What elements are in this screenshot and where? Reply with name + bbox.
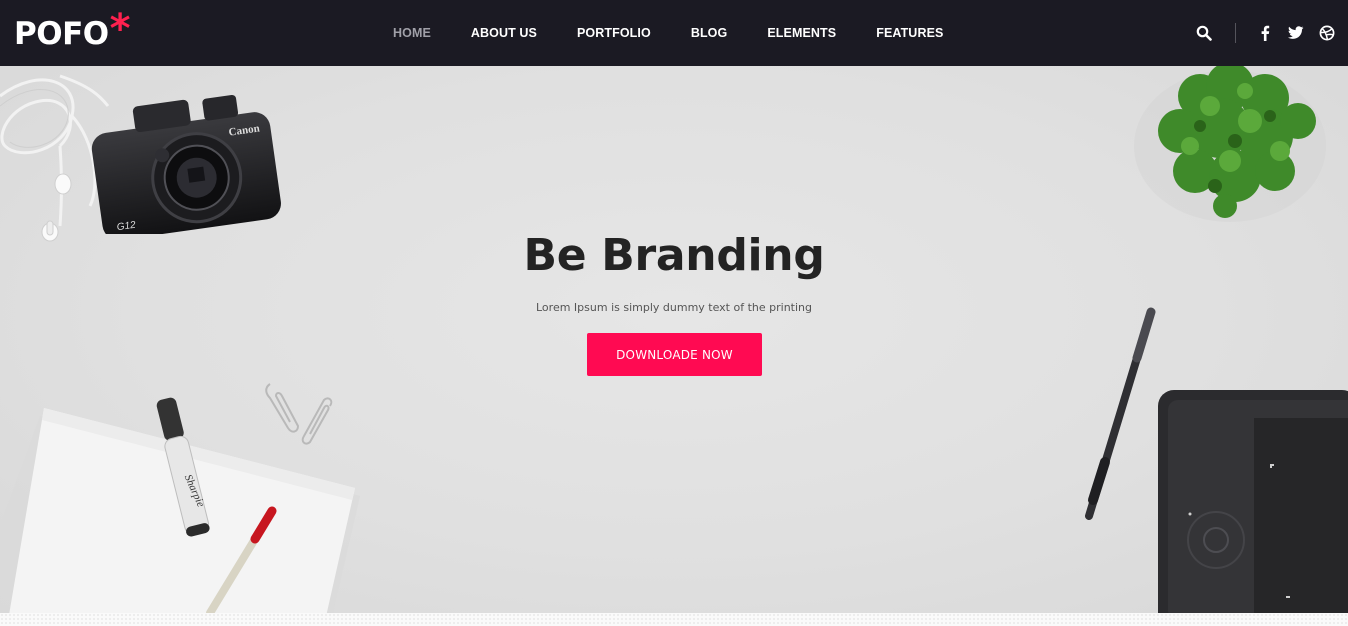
menu-item-home[interactable]: HOME [373, 0, 451, 66]
logo-asterisk: * [109, 6, 131, 52]
menu-item-blog[interactable]: BLOG [671, 0, 748, 66]
navbar: POFO * HOME ABOUT US PORTFOLIO BLOG ELEM… [0, 0, 1348, 66]
plant-image [1134, 66, 1326, 222]
search-icon[interactable] [1195, 24, 1213, 42]
red-pen-image [206, 506, 277, 613]
camera-image: Canon G12 [91, 95, 281, 234]
menu-item-portfolio[interactable]: PORTFOLIO [557, 0, 671, 66]
menu-item-elements[interactable]: ELEMENTS [747, 0, 856, 66]
twitter-icon[interactable] [1287, 24, 1305, 42]
download-now-button[interactable]: DOWNLOADE NOW [587, 333, 762, 376]
drawing-tablet-image [1158, 390, 1348, 613]
menu-item-features[interactable]: FEATURES [856, 0, 963, 66]
nav-actions [1195, 0, 1336, 66]
facebook-icon[interactable] [1256, 24, 1274, 42]
hero-subtitle: Lorem Ipsum is simply dummy text of the … [536, 301, 812, 314]
logo[interactable]: POFO * [14, 6, 131, 54]
logo-text: POFO [14, 16, 109, 52]
page-bottom-strip [0, 613, 1348, 626]
hero-section: Canon G12 Sharpie Be Branding Lorem Ipsu… [0, 66, 1348, 613]
hero-title: Be Branding [523, 230, 825, 281]
dribbble-icon[interactable] [1318, 24, 1336, 42]
main-menu: HOME ABOUT US PORTFOLIO BLOG ELEMENTS FE… [373, 0, 963, 66]
paper-clips-image [265, 383, 333, 445]
menu-item-about-us[interactable]: ABOUT US [451, 0, 557, 66]
nav-divider [1235, 23, 1236, 43]
